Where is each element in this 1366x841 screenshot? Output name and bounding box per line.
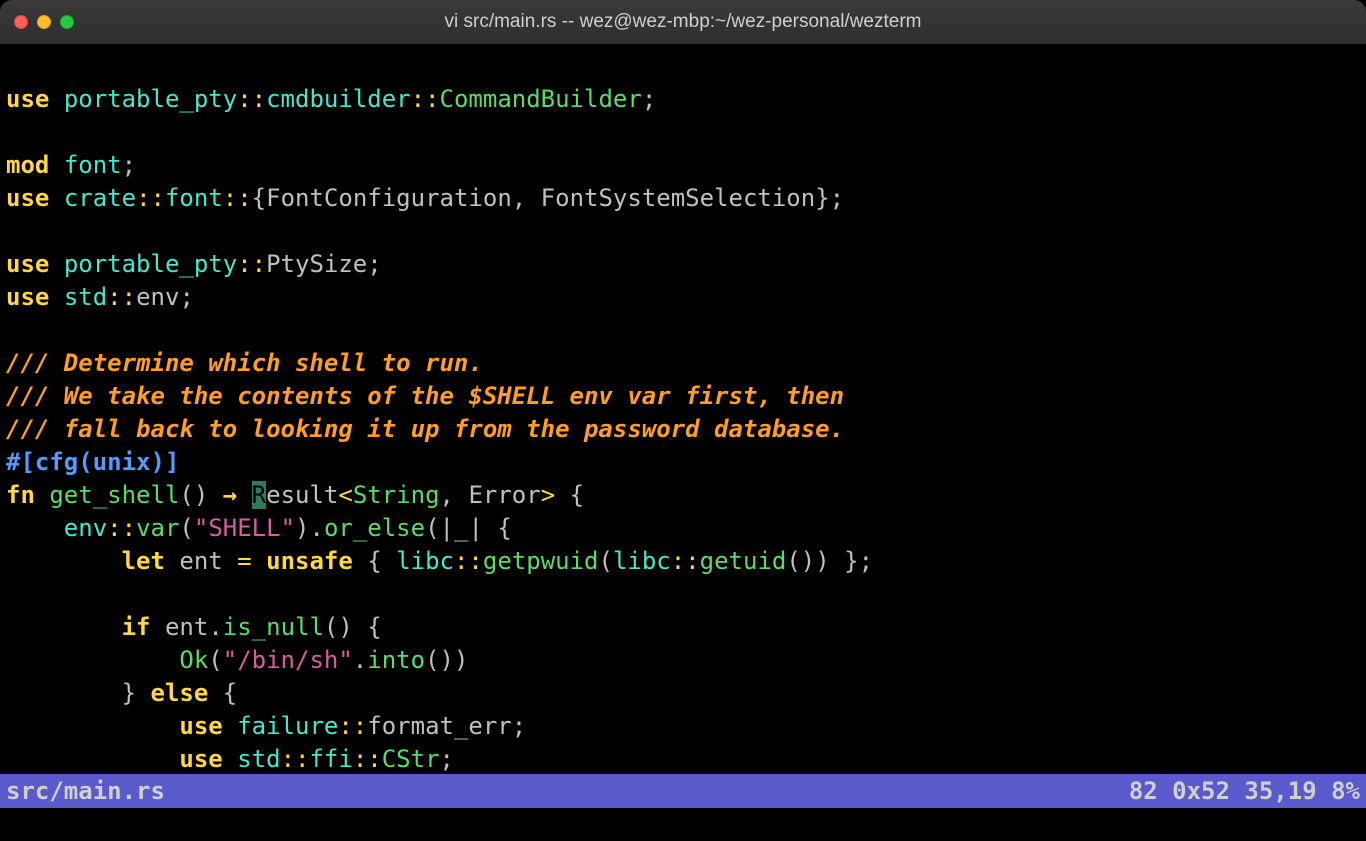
- attribute: #[cfg(unix)]: [6, 448, 179, 476]
- zoom-icon[interactable]: [60, 15, 74, 29]
- doc-comment: /// We take the contents of the $SHELL e…: [6, 382, 844, 410]
- minimize-icon[interactable]: [37, 15, 51, 29]
- code-line: mod font;: [6, 151, 136, 179]
- code-line: fn get_shell() → Result<String, Error> {: [6, 481, 584, 509]
- doc-comment: /// Determine which shell to run.: [6, 349, 483, 377]
- status-filename: src/main.rs: [6, 774, 165, 808]
- terminal-window: vi src/main.rs -- wez@wez-mbp:~/wez-pers…: [0, 0, 1366, 820]
- doc-comment: /// fall back to looking it up from the …: [6, 415, 844, 443]
- cursor: R: [252, 481, 266, 509]
- code-line: if ent.is_null() {: [6, 613, 382, 641]
- window-controls: [14, 15, 74, 29]
- titlebar: vi src/main.rs -- wez@wez-mbp:~/wez-pers…: [0, 0, 1366, 44]
- vi-status-bar: src/main.rs 82 0x52 35,19 8%: [0, 774, 1366, 808]
- code-line: env::var("SHELL").or_else(|_| {: [6, 514, 512, 542]
- code-line: use std::env;: [6, 283, 194, 311]
- close-icon[interactable]: [14, 15, 28, 29]
- code-line: Ok("/bin/sh".into()): [6, 646, 468, 674]
- code-line: use std::ffi::CStr;: [6, 745, 454, 773]
- status-position: 82 0x52 35,19 8%: [1129, 774, 1360, 808]
- code-line: use failure::format_err;: [6, 712, 526, 740]
- terminal-viewport[interactable]: use portable_pty::cmdbuilder::CommandBui…: [0, 44, 1366, 820]
- code-line: } else {: [6, 679, 237, 707]
- code-line: use portable_pty::PtySize;: [6, 250, 382, 278]
- code-line: use portable_pty::cmdbuilder::CommandBui…: [6, 85, 656, 113]
- code-line: use crate::font::{FontConfiguration, Fon…: [6, 184, 844, 212]
- code-line: let ent = unsafe { libc::getpwuid(libc::…: [6, 547, 873, 575]
- window-title: vi src/main.rs -- wez@wez-mbp:~/wez-pers…: [0, 11, 1366, 33]
